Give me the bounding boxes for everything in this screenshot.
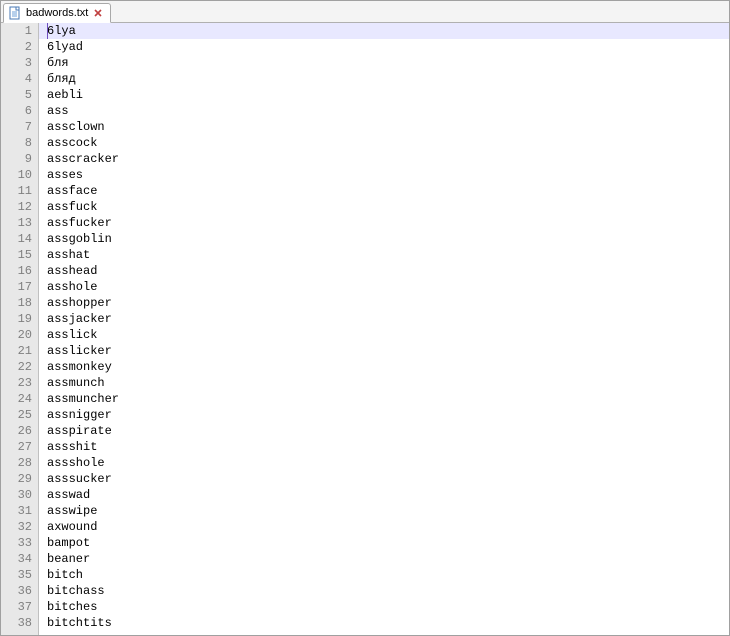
line-number: 23 — [1, 375, 32, 391]
editor-line[interactable]: asslicker — [39, 343, 729, 359]
line-number: 25 — [1, 407, 32, 423]
editor-line[interactable]: assshit — [39, 439, 729, 455]
line-number: 33 — [1, 535, 32, 551]
line-number: 9 — [1, 151, 32, 167]
editor-line[interactable]: 6lyad — [39, 39, 729, 55]
line-number: 4 — [1, 71, 32, 87]
editor-line[interactable]: asshopper — [39, 295, 729, 311]
editor-line[interactable]: assface — [39, 183, 729, 199]
line-number: 29 — [1, 471, 32, 487]
editor-line[interactable]: asshat — [39, 247, 729, 263]
line-number: 27 — [1, 439, 32, 455]
editor-line[interactable]: ass — [39, 103, 729, 119]
line-number: 21 — [1, 343, 32, 359]
editor-line[interactable]: assnigger — [39, 407, 729, 423]
line-number: 12 — [1, 199, 32, 215]
line-number: 34 — [1, 551, 32, 567]
file-icon — [8, 6, 22, 20]
editor-line[interactable]: assjacker — [39, 311, 729, 327]
close-icon[interactable] — [92, 7, 104, 19]
editor-line[interactable]: axwound — [39, 519, 729, 535]
line-number: 1 — [1, 23, 32, 39]
line-number: 8 — [1, 135, 32, 151]
line-number: 38 — [1, 615, 32, 631]
line-number: 5 — [1, 87, 32, 103]
line-number-gutter: 1234567891011121314151617181920212223242… — [1, 23, 39, 635]
editor-line[interactable]: бляд — [39, 71, 729, 87]
editor-line[interactable]: asshole — [39, 279, 729, 295]
editor-line[interactable]: bitchass — [39, 583, 729, 599]
line-number: 20 — [1, 327, 32, 343]
line-number: 18 — [1, 295, 32, 311]
editor-line[interactable]: assmonkey — [39, 359, 729, 375]
tab-label: badwords.txt — [26, 7, 88, 19]
editor-line[interactable]: бля — [39, 55, 729, 71]
line-number: 16 — [1, 263, 32, 279]
editor-line[interactable]: assgoblin — [39, 231, 729, 247]
editor-line[interactable]: assclown — [39, 119, 729, 135]
line-number: 17 — [1, 279, 32, 295]
editor-line[interactable]: bitches — [39, 599, 729, 615]
editor-line[interactable]: asshead — [39, 263, 729, 279]
editor-window: badwords.txt 123456789101112131415161718… — [0, 0, 730, 636]
line-number: 22 — [1, 359, 32, 375]
editor-line[interactable]: assmunch — [39, 375, 729, 391]
editor-line[interactable]: beaner — [39, 551, 729, 567]
editor-line[interactable]: asswipe — [39, 503, 729, 519]
editor-line[interactable]: assshole — [39, 455, 729, 471]
editor-line[interactable]: 6lya — [39, 23, 729, 39]
line-number: 26 — [1, 423, 32, 439]
line-number: 14 — [1, 231, 32, 247]
editor-line[interactable]: bitchtits — [39, 615, 729, 631]
editor-line[interactable]: aebli — [39, 87, 729, 103]
line-number: 15 — [1, 247, 32, 263]
line-number: 13 — [1, 215, 32, 231]
editor-line[interactable]: asses — [39, 167, 729, 183]
editor-line[interactable]: asswad — [39, 487, 729, 503]
line-number: 35 — [1, 567, 32, 583]
editor-line[interactable]: bampot — [39, 535, 729, 551]
editor-line[interactable]: assmuncher — [39, 391, 729, 407]
editor-line[interactable]: asscock — [39, 135, 729, 151]
editor-line[interactable]: asssucker — [39, 471, 729, 487]
editor-line[interactable]: assfuck — [39, 199, 729, 215]
file-tab[interactable]: badwords.txt — [3, 3, 111, 23]
line-number: 10 — [1, 167, 32, 183]
line-number: 6 — [1, 103, 32, 119]
line-number: 37 — [1, 599, 32, 615]
line-number: 30 — [1, 487, 32, 503]
line-number: 2 — [1, 39, 32, 55]
line-number: 19 — [1, 311, 32, 327]
text-caret — [47, 23, 48, 39]
text-editor[interactable]: 1234567891011121314151617181920212223242… — [1, 23, 729, 635]
line-number: 28 — [1, 455, 32, 471]
line-number: 3 — [1, 55, 32, 71]
editor-line[interactable]: asslick — [39, 327, 729, 343]
line-number: 24 — [1, 391, 32, 407]
editor-line[interactable]: asspirate — [39, 423, 729, 439]
editor-line[interactable]: bitch — [39, 567, 729, 583]
tab-bar: badwords.txt — [1, 1, 729, 23]
line-number: 11 — [1, 183, 32, 199]
line-number: 31 — [1, 503, 32, 519]
line-number: 36 — [1, 583, 32, 599]
editor-line[interactable]: asscracker — [39, 151, 729, 167]
line-number: 32 — [1, 519, 32, 535]
editor-line[interactable]: assfucker — [39, 215, 729, 231]
editor-content[interactable]: 6lya6lyadбляблядaebliassassclownasscocka… — [39, 23, 729, 635]
line-number: 7 — [1, 119, 32, 135]
